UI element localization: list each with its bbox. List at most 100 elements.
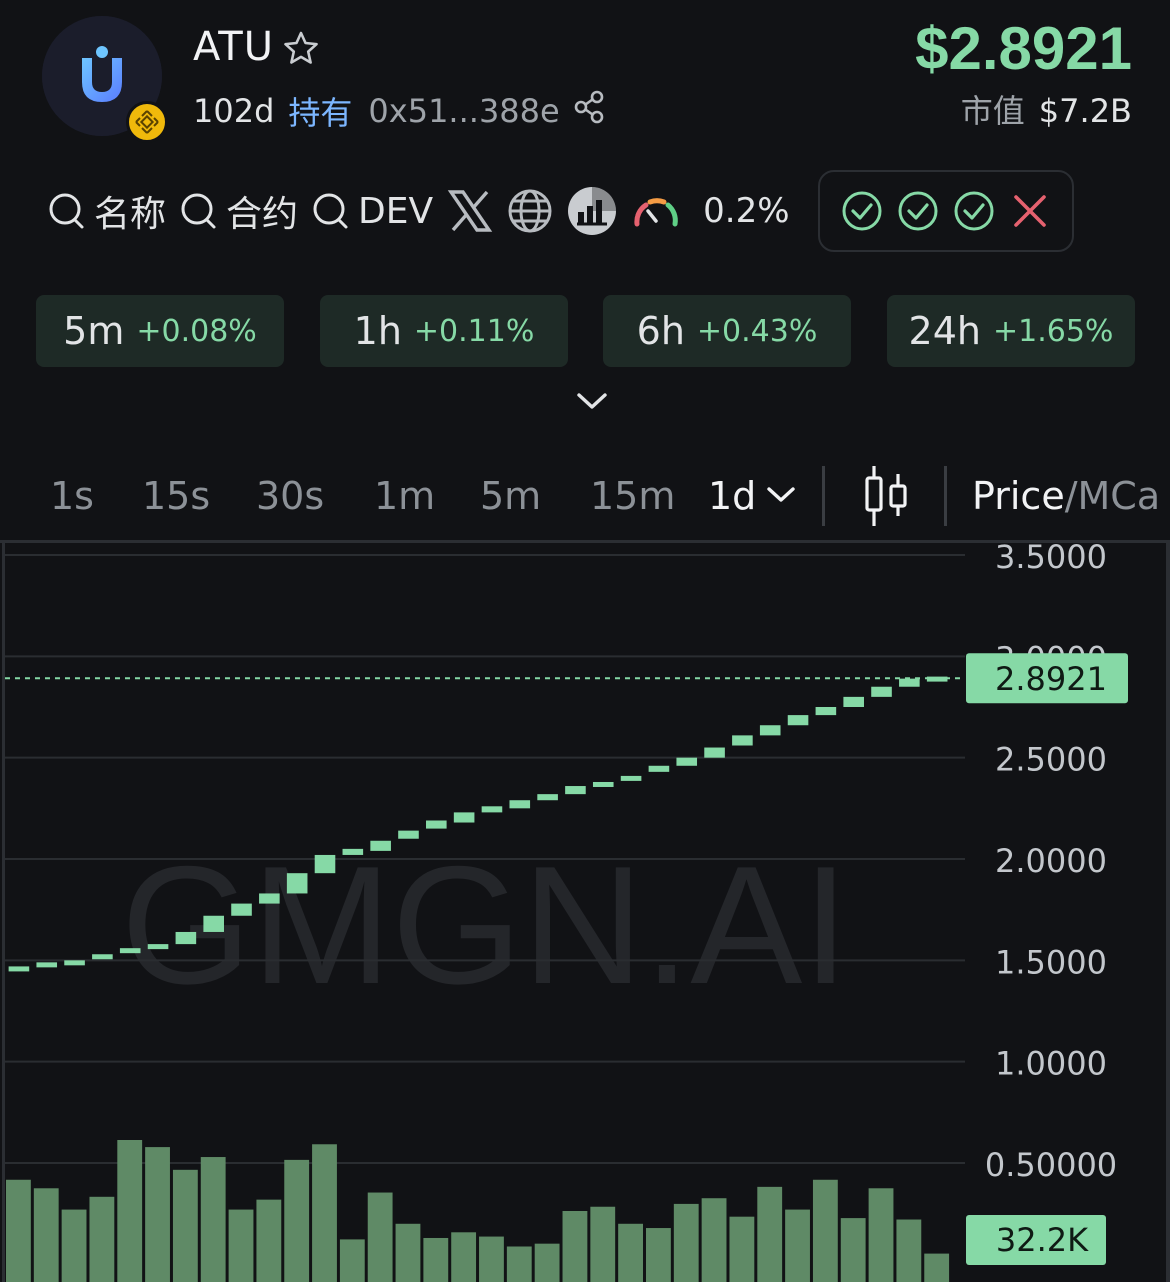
volume-tag-label: 32.2K xyxy=(996,1221,1089,1259)
candle xyxy=(175,931,197,945)
check-fail-icon xyxy=(1014,195,1046,227)
y-tick-label: 2.0000 xyxy=(995,842,1107,880)
candle xyxy=(231,903,252,916)
candle xyxy=(732,735,753,746)
candle xyxy=(676,757,698,766)
token-meta-row: 102d 持有 0x51...388e xyxy=(193,88,606,134)
website-globe-icon[interactable] xyxy=(507,188,553,234)
chart-analytics-icon[interactable] xyxy=(567,186,617,236)
y-tick-label: 2.5000 xyxy=(995,741,1107,779)
timeframe-1m[interactable]: 1m xyxy=(374,474,435,518)
y-tick-label: 1.5000 xyxy=(995,943,1107,981)
change-chip-5m[interactable]: 5m +0.08% xyxy=(36,295,284,367)
tax-gauge-icon xyxy=(631,191,681,231)
volume-bar xyxy=(590,1206,616,1282)
candle xyxy=(509,800,531,809)
check-pass-icon xyxy=(954,191,994,231)
token-age: 102d xyxy=(193,92,275,130)
candle xyxy=(537,794,558,801)
candle xyxy=(342,848,364,855)
volume-bar xyxy=(61,1209,87,1282)
price-chart[interactable]: GMGN.AI3.50003.00002.50002.00001.50001.0… xyxy=(5,543,1166,1282)
change-timeframe: 5m xyxy=(63,309,125,353)
market-cap-value: $7.2B xyxy=(1038,92,1132,130)
candle xyxy=(899,678,920,687)
candle xyxy=(871,686,892,697)
volume-bar xyxy=(423,1237,449,1282)
timeframe-15m[interactable]: 15m xyxy=(590,474,675,518)
share-icon[interactable] xyxy=(572,89,606,133)
volume-bar xyxy=(785,1209,810,1282)
volume-bar xyxy=(729,1216,755,1282)
timeframe-dropdown-chevron-icon[interactable] xyxy=(766,484,796,510)
change-timeframe: 24h xyxy=(908,309,981,353)
volume-bar xyxy=(479,1236,504,1282)
check-pass-icon xyxy=(842,191,882,231)
y-tick-label: 1.0000 xyxy=(995,1045,1107,1083)
candle xyxy=(398,830,419,839)
candle xyxy=(592,781,614,787)
bnb-chain-icon xyxy=(126,101,168,143)
volume-bar xyxy=(506,1246,532,1282)
volume-bar xyxy=(145,1147,170,1282)
candle xyxy=(759,725,781,736)
volume-bar xyxy=(562,1211,588,1282)
security-checks-panel[interactable] xyxy=(818,170,1074,252)
contract-address[interactable]: 0x51...388e xyxy=(368,92,559,130)
toolbar-divider xyxy=(944,466,947,526)
candle xyxy=(843,696,864,707)
y-tick-label: 3.5000 xyxy=(995,543,1107,576)
search-dev-button[interactable]: DEV xyxy=(312,191,433,232)
current-price: $2.8921 xyxy=(915,15,1132,82)
candle xyxy=(314,854,336,874)
candle xyxy=(704,747,725,758)
change-value: +0.43% xyxy=(696,313,818,349)
change-timeframe: 6h xyxy=(636,309,685,353)
volume-bar xyxy=(673,1203,699,1282)
volume-bar xyxy=(367,1192,393,1282)
search-icon xyxy=(181,193,216,229)
volume-bar xyxy=(395,1223,421,1282)
volume-bar xyxy=(812,1179,838,1282)
candlestick-type-icon[interactable] xyxy=(862,464,910,532)
chart-border-right xyxy=(1166,543,1170,1282)
volume-bar xyxy=(757,1186,783,1282)
candle xyxy=(64,960,85,966)
change-chip-6h[interactable]: 6h +0.43% xyxy=(603,295,851,367)
search-name-button[interactable]: 名称 xyxy=(48,185,166,237)
change-chip-1h[interactable]: 1h +0.11% xyxy=(320,295,568,367)
timeframe-15s[interactable]: 15s xyxy=(142,474,210,518)
change-chip-24h[interactable]: 24h +1.65% xyxy=(887,295,1135,367)
search-contract-button[interactable]: 合约 xyxy=(180,185,298,237)
search-name-label: 名称 xyxy=(94,194,167,235)
candle xyxy=(370,840,391,851)
candle xyxy=(787,715,809,726)
change-value: +0.11% xyxy=(413,313,535,349)
volume-bar xyxy=(534,1243,560,1282)
timeframe-1s[interactable]: 1s xyxy=(50,474,94,518)
change-value: +1.65% xyxy=(992,313,1114,349)
favorite-star-icon[interactable] xyxy=(282,30,320,70)
volume-bar xyxy=(646,1228,671,1282)
candle xyxy=(119,948,141,954)
timeframe-30s[interactable]: 30s xyxy=(256,474,324,518)
candle xyxy=(453,812,475,823)
holders-link[interactable]: 持有 xyxy=(288,88,352,134)
candle xyxy=(147,944,169,950)
search-dev-label: DEV xyxy=(358,190,434,232)
candle xyxy=(286,873,308,894)
candle xyxy=(92,954,113,960)
expand-chevron-icon[interactable] xyxy=(575,390,609,416)
volume-bar xyxy=(701,1198,727,1282)
volume-bar xyxy=(117,1140,143,1282)
price-mcap-toggle[interactable]: Price/MCa xyxy=(972,474,1160,518)
volume-bar xyxy=(33,1188,59,1282)
volume-bar xyxy=(451,1232,477,1282)
tax-percent: 0.2% xyxy=(703,191,790,231)
timeframe-1d[interactable]: 1d xyxy=(708,474,756,518)
candle xyxy=(481,806,503,813)
timeframe-5m[interactable]: 5m xyxy=(480,474,541,518)
volume-bar xyxy=(312,1144,337,1282)
market-cap-label: 市值 xyxy=(960,92,1025,130)
x-twitter-icon[interactable] xyxy=(447,189,493,233)
